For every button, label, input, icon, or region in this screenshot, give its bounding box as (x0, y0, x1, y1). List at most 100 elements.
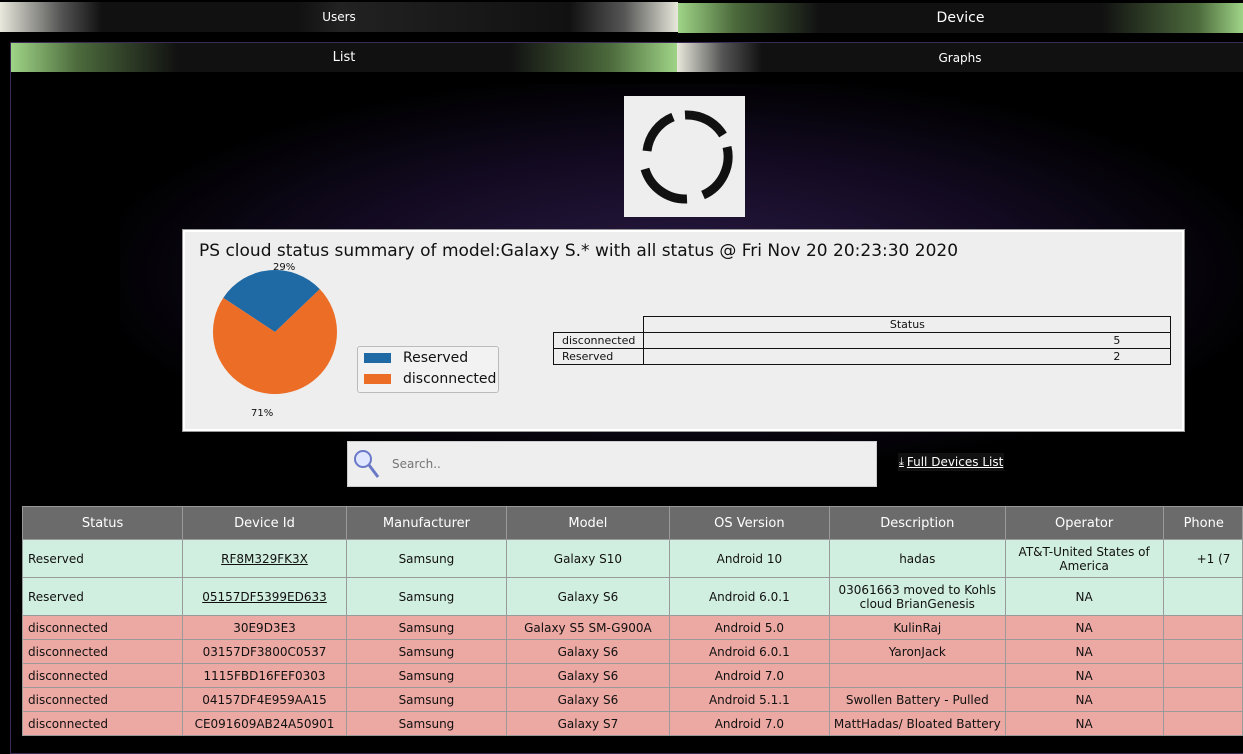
cell-phone (1162, 663, 1243, 688)
table-row[interactable]: Reserved 05157DF5399ED633 Samsung Galaxy… (21, 577, 1243, 616)
device-id-link[interactable]: 05157DF5399ED633 (202, 590, 327, 604)
status-summary-panel: PS cloud status summary of model:Galaxy … (182, 229, 1185, 432)
column-header-manufacturer[interactable]: Manufacturer (345, 506, 508, 540)
search-input[interactable] (390, 456, 854, 472)
cell-manufacturer: Samsung (345, 663, 508, 688)
tab-list[interactable]: List (11, 43, 677, 72)
status-pie-chart (213, 270, 337, 394)
table-row[interactable]: disconnected CE091609AB24A50901 Samsung … (21, 711, 1243, 736)
cell-model: Galaxy S6 (506, 663, 670, 688)
cell-os-version: Android 5.1.1 (668, 687, 830, 712)
legend-item-disconnected: disconnected (358, 368, 498, 389)
refresh-logo[interactable] (624, 96, 745, 217)
column-header-device-id[interactable]: Device Id (182, 506, 347, 540)
column-header-operator[interactable]: Operator (1004, 506, 1164, 540)
tab-graphs[interactable]: Graphs (677, 43, 1243, 72)
cell-status: Reserved (21, 577, 184, 616)
column-header-os-version[interactable]: OS Version (668, 506, 830, 540)
cell-manufacturer: Samsung (345, 615, 508, 640)
cell-description (828, 663, 1006, 688)
cell-os-version: Android 7.0 (668, 711, 830, 736)
cell-manufacturer: Samsung (345, 577, 508, 616)
search-box (347, 441, 877, 487)
cell-manufacturer: Samsung (345, 639, 508, 664)
cell-manufacturer: Samsung (345, 711, 508, 736)
pie-legend: Reserved disconnected (357, 346, 499, 393)
cell-os-version: Android 10 (668, 539, 830, 578)
cell-os-version: Android 5.0 (668, 615, 830, 640)
table-row[interactable]: disconnected 1115FBD16FEF0303 Samsung Ga… (21, 663, 1243, 688)
cell-manufacturer: Samsung (345, 687, 508, 712)
cell-model: Galaxy S10 (506, 539, 670, 578)
cell-os-version: Android 6.0.1 (668, 577, 830, 616)
cell-phone (1162, 577, 1243, 616)
top-tab-bar: Users Device (0, 0, 1243, 33)
cell-status: disconnected (21, 687, 184, 712)
cell-operator: NA (1004, 639, 1164, 664)
stat-value: 2 (643, 348, 1172, 365)
column-header-status[interactable]: Status (21, 506, 184, 540)
cell-operator: NA (1004, 663, 1164, 688)
device-id-link[interactable]: RF8M329FK3X (221, 552, 308, 566)
legend-label-reserved: Reserved (403, 349, 469, 366)
cell-model: Galaxy S7 (506, 711, 670, 736)
cell-phone (1162, 639, 1243, 664)
cell-device-id: RF8M329FK3X (182, 539, 347, 578)
cell-device-id: CE091609AB24A50901 (182, 711, 347, 736)
stat-label: disconnected (552, 332, 645, 349)
cell-phone (1162, 711, 1243, 736)
cell-operator: NA (1004, 687, 1164, 712)
cell-device-id: 04157DF4E959AA15 (182, 687, 347, 712)
legend-label-disconnected: disconnected (403, 370, 497, 387)
cell-phone (1162, 615, 1243, 640)
pie-label-reserved: 29% (273, 262, 296, 273)
cell-description: Swollen Battery - Pulled (828, 687, 1006, 712)
cell-device-id: 1115FBD16FEF0303 (182, 663, 347, 688)
stat-value: 5 (643, 332, 1172, 349)
summary-title: PS cloud status summary of model:Galaxy … (199, 241, 959, 261)
cell-os-version: Android 6.0.1 (668, 639, 830, 664)
cell-operator: NA (1004, 615, 1164, 640)
cell-device-id: 03157DF3800C0537 (182, 639, 347, 664)
cell-status: disconnected (21, 711, 184, 736)
full-devices-list-button[interactable]: ⤓ Full Devices List (898, 453, 1005, 471)
cell-status: Reserved (21, 539, 184, 578)
legend-item-reserved: Reserved (358, 347, 498, 368)
tab-users[interactable]: Users (0, 2, 678, 32)
cell-operator: NA (1004, 711, 1164, 736)
cell-device-id: 30E9D3E3 (182, 615, 347, 640)
cell-description: 03061663 moved to Kohls cloud BrianGenes… (828, 577, 1006, 616)
stat-header: Status (643, 316, 1172, 333)
table-row[interactable]: disconnected 03157DF3800C0537 Samsung Ga… (21, 639, 1243, 664)
status-count-table: Status disconnected 5 Reserved 2 (552, 316, 1172, 365)
cell-model: Galaxy S6 (506, 577, 670, 616)
cell-status: disconnected (21, 639, 184, 664)
cell-status: disconnected (21, 663, 184, 688)
cell-os-version: Android 7.0 (668, 663, 830, 688)
cell-model: Galaxy S5 SM-G900A (506, 615, 670, 640)
devices-table: Status Device Id Manufacturer Model OS V… (21, 506, 1243, 736)
sub-tab-bar: List Graphs (11, 43, 1243, 72)
cell-device-id: 05157DF5399ED633 (182, 577, 347, 616)
column-header-model[interactable]: Model (506, 506, 670, 540)
cell-model: Galaxy S6 (506, 687, 670, 712)
table-header-row: Status Device Id Manufacturer Model OS V… (21, 506, 1243, 540)
download-icon: ⤓ (899, 455, 904, 468)
table-row[interactable]: disconnected 04157DF4E959AA15 Samsung Ga… (21, 687, 1243, 712)
cell-status: disconnected (21, 615, 184, 640)
cell-description: KulinRaj (828, 615, 1006, 640)
cell-description: MattHadas/ Bloated Battery (828, 711, 1006, 736)
tab-device[interactable]: Device (678, 3, 1243, 33)
column-header-phone[interactable]: Phone (1162, 506, 1243, 540)
pie-chart-area (205, 262, 345, 406)
cell-phone: +1 (7 (1162, 539, 1243, 578)
table-row[interactable]: disconnected 30E9D3E3 Samsung Galaxy S5 … (21, 615, 1243, 640)
cell-manufacturer: Samsung (345, 539, 508, 578)
circular-arrows-icon (640, 109, 733, 204)
cell-operator: NA (1004, 577, 1164, 616)
cell-phone (1162, 687, 1243, 712)
table-row[interactable]: Reserved RF8M329FK3X Samsung Galaxy S10 … (21, 539, 1243, 578)
column-header-description[interactable]: Description (828, 506, 1006, 540)
cell-model: Galaxy S6 (506, 639, 670, 664)
cell-operator: AT&T-United States of America (1004, 539, 1164, 578)
